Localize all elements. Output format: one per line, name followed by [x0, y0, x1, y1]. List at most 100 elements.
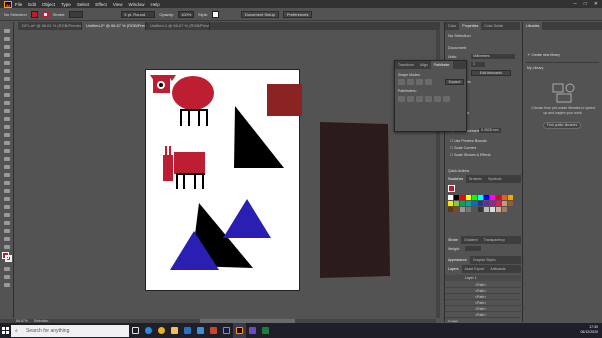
minus-front-icon[interactable]: [407, 79, 414, 85]
color-swatch[interactable]: [496, 195, 501, 200]
color-swatch[interactable]: [460, 207, 465, 212]
edit-artboards-button[interactable]: Edit Artboards: [471, 70, 511, 76]
color-swatch[interactable]: [478, 195, 483, 200]
color-swatch[interactable]: [448, 207, 453, 212]
find-public-libraries-button[interactable]: Find public libraries: [543, 122, 581, 129]
color-swatch[interactable]: [478, 207, 483, 212]
divide-icon[interactable]: [398, 96, 405, 102]
file-explorer-icon[interactable]: [168, 323, 181, 338]
windows-start-icon[interactable]: [0, 323, 10, 338]
tab-align[interactable]: Align: [417, 61, 431, 69]
tab-transform[interactable]: Transform: [395, 61, 417, 69]
cow-body[interactable]: [174, 152, 205, 174]
tab-pathfinder[interactable]: Pathfinder: [430, 61, 453, 69]
units-dropdown[interactable]: Millimeters: [471, 54, 515, 59]
pig-leg-bar[interactable]: [180, 109, 208, 111]
tab-color-guide[interactable]: Color Guide: [481, 22, 506, 30]
cow-horn[interactable]: [165, 146, 167, 155]
color-swatch[interactable]: [466, 195, 471, 200]
pig-leg[interactable]: [188, 110, 190, 126]
edge-icon[interactable]: [142, 323, 155, 338]
keyboard-increment-field[interactable]: 0.3528 mm: [479, 128, 501, 133]
cow-leg-bar[interactable]: [176, 173, 205, 175]
list-item[interactable]: <Path>: [445, 312, 521, 318]
color-swatch[interactable]: [472, 201, 477, 206]
crop-icon[interactable]: [425, 96, 432, 102]
tab-appearance[interactable]: Appearance: [445, 256, 470, 264]
color-swatch[interactable]: [490, 195, 495, 200]
app-icon[interactable]: [259, 323, 272, 338]
color-swatch[interactable]: [472, 195, 477, 200]
expand-button[interactable]: Expand: [445, 79, 464, 85]
blue-triangle[interactable]: [223, 199, 271, 238]
color-swatch[interactable]: [454, 195, 459, 200]
taskbar-search-input[interactable]: ⌕ Search for anything: [11, 324, 129, 337]
tab-gradient[interactable]: Gradient: [461, 236, 480, 244]
color-swatch[interactable]: [448, 195, 453, 200]
tab-color[interactable]: Color: [445, 22, 459, 30]
color-swatch[interactable]: [502, 201, 507, 206]
tab-graphic-styles[interactable]: Graphic Styles: [470, 256, 499, 264]
chrome-icon[interactable]: [155, 323, 168, 338]
tab-layers[interactable]: Layers: [445, 265, 462, 273]
cow-leg[interactable]: [194, 174, 196, 189]
pig-leg[interactable]: [206, 110, 208, 126]
color-swatch[interactable]: [460, 195, 465, 200]
cow-head[interactable]: [163, 155, 173, 181]
color-swatch[interactable]: [490, 207, 495, 212]
tab-transparency[interactable]: Transparency: [481, 236, 508, 244]
create-library-link[interactable]: ＋ Create new library: [527, 53, 560, 58]
scale-strokes-checkbox[interactable]: ☐ Scale Strokes & Effects: [450, 153, 491, 157]
trim-icon[interactable]: [407, 96, 414, 102]
fill-swatch-preview[interactable]: [448, 185, 455, 192]
intersect-icon[interactable]: [416, 79, 423, 85]
color-swatch[interactable]: [472, 207, 477, 212]
task-view-icon[interactable]: [129, 323, 142, 338]
store-icon[interactable]: [194, 323, 207, 338]
pig-leg[interactable]: [198, 110, 200, 126]
merge-icon[interactable]: [416, 96, 423, 102]
tab-stroke[interactable]: Stroke: [445, 236, 462, 244]
color-swatch[interactable]: [460, 201, 465, 206]
color-swatch[interactable]: [496, 201, 501, 206]
color-swatch[interactable]: [454, 207, 459, 212]
swatch-grid[interactable]: [448, 195, 518, 221]
cow-horn[interactable]: [169, 146, 171, 155]
color-swatch[interactable]: [502, 207, 507, 212]
powerpoint-icon[interactable]: [207, 323, 220, 338]
minus-back-icon[interactable]: [443, 96, 450, 102]
pig-drawing[interactable]: [150, 75, 214, 126]
tab-asset-export[interactable]: Asset Export: [462, 265, 488, 273]
tab-brushes[interactable]: Brushes: [466, 175, 485, 183]
use-preview-bounds-checkbox[interactable]: ☐ Use Preview Bounds: [450, 139, 487, 143]
weight-field[interactable]: [465, 246, 481, 251]
color-swatch[interactable]: [508, 201, 513, 206]
pig-leg[interactable]: [180, 110, 182, 126]
color-swatch[interactable]: [484, 207, 489, 212]
color-swatch[interactable]: [484, 195, 489, 200]
outline-icon[interactable]: [434, 96, 441, 102]
color-swatch[interactable]: [466, 207, 471, 212]
artboard-dropdown[interactable]: 1: [471, 62, 485, 67]
tab-symbols[interactable]: Symbols: [485, 175, 504, 183]
system-tray[interactable]: 17:30 06/12/2020: [580, 325, 598, 335]
color-swatch[interactable]: [448, 201, 453, 206]
mail-icon[interactable]: [181, 323, 194, 338]
tab-swatches[interactable]: Swatches: [445, 175, 467, 183]
cow-leg[interactable]: [176, 174, 178, 189]
dark-rectangle[interactable]: [320, 122, 390, 278]
tab-libraries[interactable]: Libraries: [523, 22, 543, 30]
color-swatch[interactable]: [478, 201, 483, 206]
cow-leg[interactable]: [183, 174, 185, 189]
unite-icon[interactable]: [398, 79, 405, 85]
color-swatch[interactable]: [490, 201, 495, 206]
cow-leg[interactable]: [202, 174, 204, 189]
color-swatch[interactable]: [508, 195, 513, 200]
scale-corners-checkbox[interactable]: ☐ Scale Corners: [450, 146, 476, 150]
exclude-icon[interactable]: [425, 79, 432, 85]
cow-drawing[interactable]: [163, 146, 205, 189]
app-icon[interactable]: [246, 323, 259, 338]
color-swatch[interactable]: [454, 201, 459, 206]
pig-body[interactable]: [172, 76, 214, 110]
dark-red-square[interactable]: [267, 84, 302, 116]
